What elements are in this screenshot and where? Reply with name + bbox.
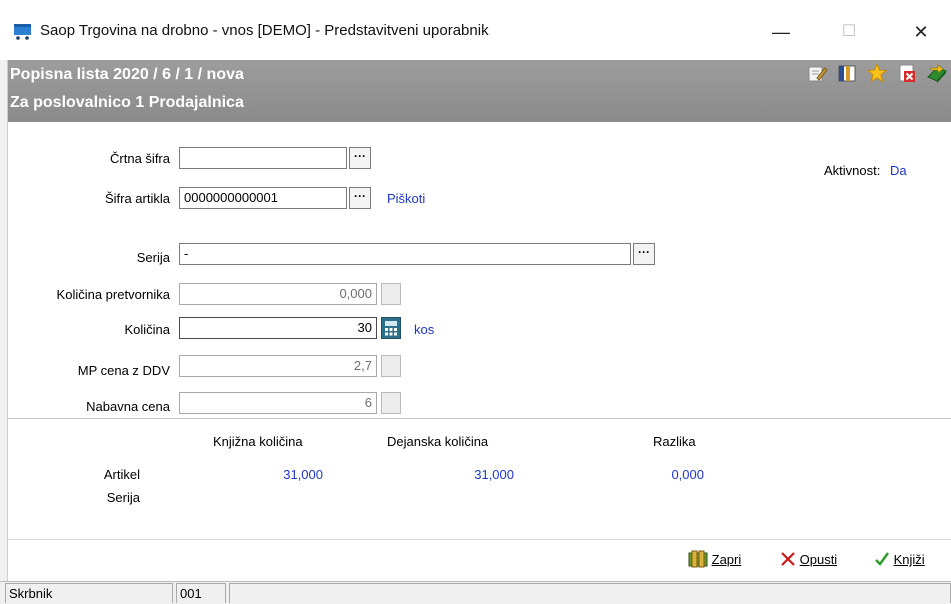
branch-title: Za poslovalnico 1 Prodajalnica [10, 94, 244, 111]
close-doors-icon [688, 550, 708, 568]
quantity-input[interactable]: 30 [179, 317, 377, 339]
status-user: Skrbnik [5, 583, 173, 603]
cancel-button-label: Opusti [799, 552, 838, 567]
activity-value: Da [889, 163, 907, 178]
book-qty-header: Knjižna količina [213, 434, 303, 449]
calculator-icon[interactable] [381, 355, 401, 377]
cancel-button[interactable]: Opusti [780, 549, 837, 571]
difference-header: Razlika [653, 434, 696, 449]
barcode-label: Črtna šifra [110, 151, 170, 166]
activity-label: Aktivnost: [824, 163, 881, 178]
converter-qty-input[interactable]: 0,000 [179, 283, 377, 305]
book-qty-value: 31,000 [283, 467, 323, 482]
checkmark-icon [875, 552, 889, 566]
summary-row-label: Serija [106, 490, 140, 505]
left-edge [0, 60, 8, 581]
barcode-input[interactable] [179, 147, 347, 169]
post-button-label: Knjiži [893, 552, 925, 567]
article-lookup-button[interactable]: ··· [349, 187, 371, 209]
series-input[interactable]: - [179, 243, 631, 265]
barcode-lookup-button[interactable]: ··· [349, 147, 371, 169]
series-lookup-button[interactable]: ··· [633, 243, 655, 265]
calculator-icon[interactable] [381, 392, 401, 414]
retail-price-input[interactable]: 2,7 [179, 355, 377, 377]
article-code-input[interactable]: 0000000000001 [179, 187, 347, 209]
quantity-unit: kos [414, 322, 435, 337]
close-button-label: Zapri [711, 552, 742, 567]
calculator-icon[interactable] [381, 283, 401, 305]
status-message [229, 583, 951, 603]
book-exit-icon[interactable] [926, 62, 948, 84]
status-code: 001 [176, 583, 226, 603]
actual-qty-header: Dejanska količina [387, 434, 489, 449]
close-button[interactable]: Zapri [688, 549, 741, 571]
document-title: Popisna lista 2020 / 6 / 1 / nova [10, 66, 244, 83]
shopping-cart-icon [14, 24, 31, 40]
series-label: Serija [136, 250, 170, 265]
summary-row-label: Artikel [103, 467, 140, 482]
columns-icon[interactable] [836, 62, 858, 84]
maximize-button[interactable]: ☐ [826, 14, 872, 50]
close-window-button[interactable]: ✕ [898, 14, 944, 50]
converter-qty-label: Količina pretvornika [56, 287, 170, 302]
minimize-button[interactable]: — [758, 14, 804, 50]
star-icon[interactable] [866, 62, 888, 84]
difference-value: 0,000 [671, 467, 704, 482]
actual-qty-value: 31,000 [474, 467, 514, 482]
article-description: Piškoti [387, 191, 426, 206]
retail-price-label: MP cena z DDV [77, 363, 170, 378]
delete-document-icon[interactable] [896, 62, 918, 84]
article-code-label: Šifra artikla [104, 191, 170, 206]
purchase-price-label: Nabavna cena [86, 399, 170, 414]
window-title: Saop Trgovina na drobno - vnos [DEMO] - … [40, 22, 489, 39]
cross-icon [781, 552, 795, 566]
edit-icon[interactable] [806, 62, 828, 84]
purchase-price-input[interactable]: 6 [179, 392, 377, 414]
calculator-icon[interactable] [381, 317, 401, 339]
quantity-label: Količina [124, 322, 170, 337]
activity-field: Aktivnost: Da [824, 163, 907, 178]
post-button[interactable]: Knjiži [874, 549, 925, 571]
